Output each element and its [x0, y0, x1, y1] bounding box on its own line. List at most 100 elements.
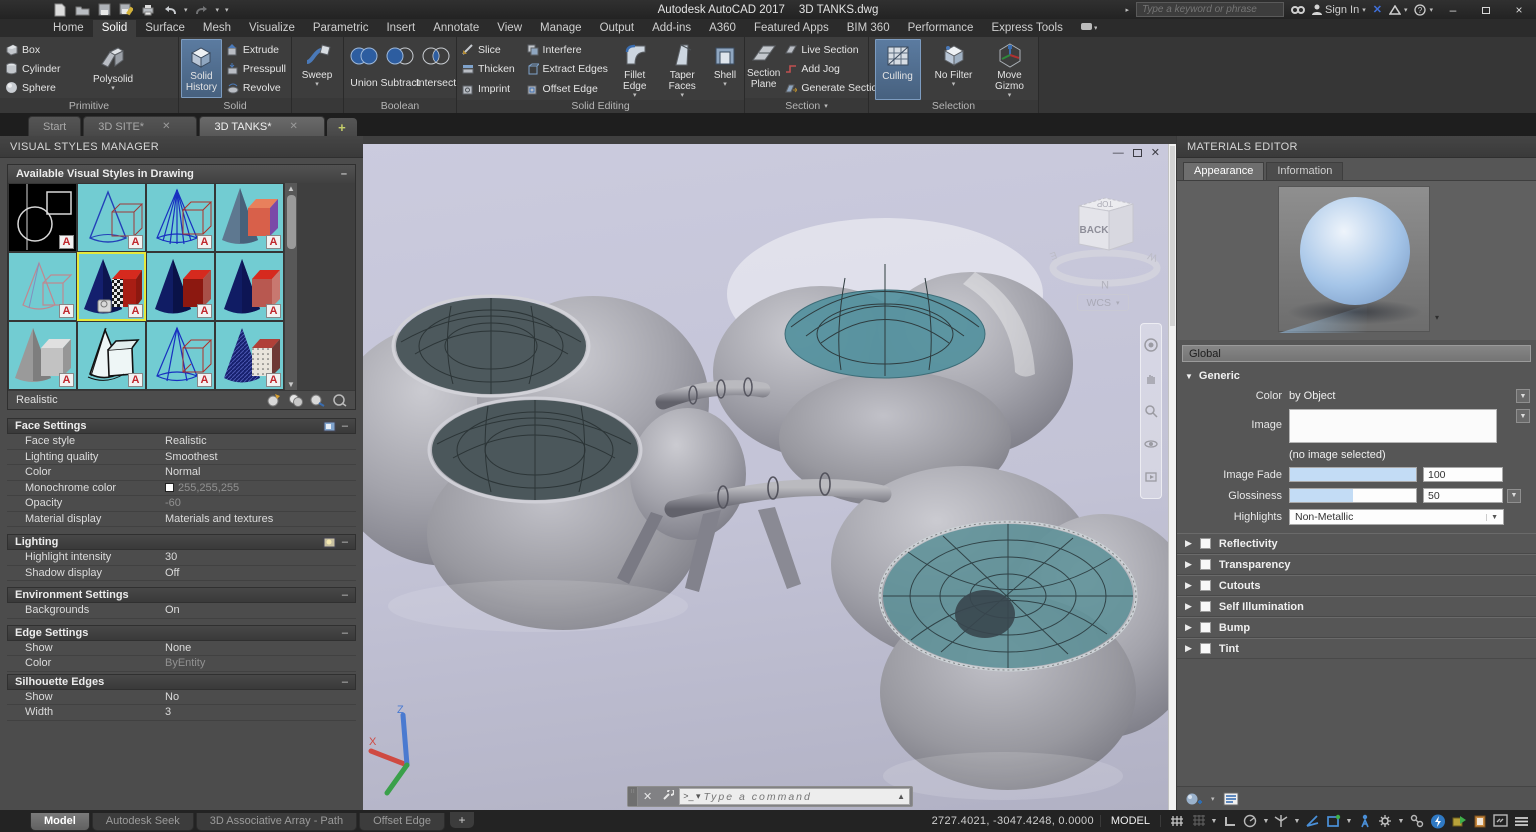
ribbon-tab-addins[interactable]: Add-ins: [643, 20, 700, 37]
collapse-icon[interactable]: –: [342, 536, 348, 548]
section-transparency[interactable]: ▶Transparency: [1177, 554, 1536, 575]
viewport-scrollbar[interactable]: [1168, 144, 1176, 810]
image-fade-value[interactable]: 100: [1423, 467, 1503, 482]
extract-edges-button[interactable]: Extract Edges: [524, 60, 611, 78]
doc-restore-icon[interactable]: [1133, 149, 1142, 157]
help-icon[interactable]: ?▾: [1414, 4, 1433, 16]
plot-icon[interactable]: [140, 3, 156, 16]
ribbon-tab-solid[interactable]: Solid: [93, 20, 137, 37]
ribbon-display-toggle-icon[interactable]: ▾: [1072, 20, 1106, 37]
panel-label-solid-editing[interactable]: Solid Editing: [457, 100, 744, 113]
panel-label-boolean[interactable]: Boolean: [344, 98, 456, 113]
property-row[interactable]: Highlight intensity30: [7, 550, 356, 566]
layout-tab-offset-edge[interactable]: Offset Edge: [359, 813, 445, 831]
ribbon-tab-view[interactable]: View: [488, 20, 531, 37]
style-thumbnail-shades-border[interactable]: A: [8, 252, 77, 321]
zoom-icon[interactable]: [1144, 404, 1158, 418]
style-thumbnail-shaded-edges[interactable]: A: [215, 252, 284, 321]
create-material-icon[interactable]: [1185, 791, 1203, 807]
close-button[interactable]: ×: [1506, 3, 1532, 17]
section-reflectivity[interactable]: ▶Reflectivity: [1177, 533, 1536, 554]
style-thumbnail-2d-wireframe[interactable]: A: [8, 183, 77, 252]
create-style-icon[interactable]: [266, 393, 281, 407]
close-tab-icon[interactable]: ✕: [290, 121, 298, 132]
view-cube[interactable]: TOP BACK N E W: [1045, 176, 1165, 296]
property-row[interactable]: Face styleRealistic: [7, 434, 356, 450]
ribbon-tab-parametric[interactable]: Parametric: [304, 20, 378, 37]
scroll-up-icon[interactable]: ▲: [287, 184, 295, 193]
polysolid-button[interactable]: Polysolid▾: [82, 39, 144, 98]
object-snap-icon[interactable]: [1323, 812, 1344, 830]
style-thumbnail-conceptual[interactable]: A: [215, 183, 284, 252]
import-icon[interactable]: [1448, 812, 1469, 830]
panel-label-section[interactable]: Section▾: [745, 98, 868, 113]
showmotion-icon[interactable]: [1144, 470, 1158, 484]
pan-icon[interactable]: [1144, 371, 1158, 385]
file-tab-start[interactable]: Start: [28, 116, 81, 136]
material-name-bar[interactable]: Global: [1182, 345, 1531, 362]
restore-button[interactable]: [1473, 3, 1499, 17]
property-row[interactable]: BackgroundsOn: [7, 603, 356, 619]
revolve-button[interactable]: Revolve: [224, 79, 289, 97]
polar-caret-icon[interactable]: ▼: [1261, 818, 1271, 825]
section-bump[interactable]: ▶Bump: [1177, 617, 1536, 638]
materials-editor-title[interactable]: MATERIALS EDITOR: [1177, 136, 1536, 158]
annotation-monitor-icon[interactable]: [1406, 812, 1427, 830]
scroll-down-icon[interactable]: ▼: [287, 380, 295, 389]
scroll-thumb[interactable]: [287, 195, 296, 249]
face-settings-header[interactable]: Face Settings –: [7, 418, 356, 434]
snap-settings-caret-icon[interactable]: ▼: [1209, 818, 1219, 825]
orbit-icon[interactable]: [1144, 437, 1158, 451]
ribbon-tab-visualize[interactable]: Visualize: [240, 20, 304, 37]
bump-checkbox[interactable]: [1200, 622, 1211, 633]
fillet-edge-button[interactable]: Fillet Edge▾: [613, 39, 657, 100]
doc-close-icon[interactable]: ✕: [1151, 146, 1160, 159]
ribbon-tab-home[interactable]: Home: [44, 20, 93, 37]
style-thumbnail-shades-of-gray[interactable]: A: [8, 321, 77, 390]
property-row[interactable]: Shadow displayOff: [7, 566, 356, 582]
collapse-icon[interactable]: –: [341, 168, 347, 180]
style-thumbnail-xray[interactable]: A: [215, 321, 284, 390]
section-self-illumination[interactable]: ▶Self Illumination: [1177, 596, 1536, 617]
ortho-mode-icon[interactable]: [1219, 812, 1240, 830]
ucs-icon[interactable]: Z X: [367, 701, 437, 803]
osnap-tracking-icon[interactable]: [1302, 812, 1323, 830]
highlights-select[interactable]: Non-Metallic▼: [1289, 509, 1504, 525]
tint-checkbox[interactable]: [1200, 643, 1211, 654]
collapse-icon[interactable]: –: [342, 589, 348, 601]
imprint-button[interactable]: Imprint: [459, 80, 522, 98]
minimize-button[interactable]: –: [1440, 3, 1466, 17]
presspull-button[interactable]: Presspull: [224, 60, 289, 78]
search-expand-icon[interactable]: ▸: [1125, 6, 1129, 14]
property-row[interactable]: Opacity-60: [7, 496, 356, 512]
no-filter-button[interactable]: No Filter▾: [930, 39, 978, 100]
sweep-button[interactable]: Sweep▾: [294, 39, 340, 98]
export-style-icon[interactable]: [310, 393, 325, 407]
color-dropdown-icon[interactable]: ▼: [1516, 389, 1530, 403]
customization-menu-icon[interactable]: [1511, 812, 1532, 830]
style-thumbnail-hidden[interactable]: A: [146, 183, 215, 252]
style-thumbnail-wireframe[interactable]: A: [77, 183, 146, 252]
workspace-gear-icon[interactable]: [1375, 812, 1396, 830]
shell-button[interactable]: Shell▾: [708, 39, 742, 100]
move-gizmo-button[interactable]: Move Gizmo▾: [987, 39, 1033, 100]
isodraft-caret-icon[interactable]: ▼: [1292, 818, 1302, 825]
ribbon-tab-output[interactable]: Output: [591, 20, 644, 37]
sign-in-button[interactable]: Sign In ▾: [1312, 4, 1366, 16]
section-cutouts[interactable]: ▶Cutouts: [1177, 575, 1536, 596]
glossiness-dropdown-icon[interactable]: ▼: [1507, 489, 1521, 503]
generic-section-header[interactable]: ▼ Generic: [1177, 362, 1536, 386]
silhouette-edges-header[interactable]: Silhouette Edges –: [7, 674, 356, 690]
edge-settings-header[interactable]: Edge Settings –: [7, 625, 356, 641]
style-thumbnail-wireframe2[interactable]: A: [146, 321, 215, 390]
search-icon[interactable]: [1291, 5, 1305, 15]
drawing-viewport[interactable]: — ✕ TOP BACK N E W WCS▾ Z X ∷ ✕: [363, 136, 1176, 810]
property-row[interactable]: ShowNo: [7, 690, 356, 706]
panel-label-primitive[interactable]: Primitive: [0, 98, 178, 113]
section-plane-button[interactable]: Section Plane: [747, 39, 780, 98]
property-row[interactable]: Lighting qualitySmoothest: [7, 450, 356, 466]
environment-settings-header[interactable]: Environment Settings –: [7, 587, 356, 603]
search-input[interactable]: [1136, 2, 1284, 17]
ribbon-tab-surface[interactable]: Surface: [136, 20, 194, 37]
ribbon-tab-featured-apps[interactable]: Featured Apps: [745, 20, 838, 37]
